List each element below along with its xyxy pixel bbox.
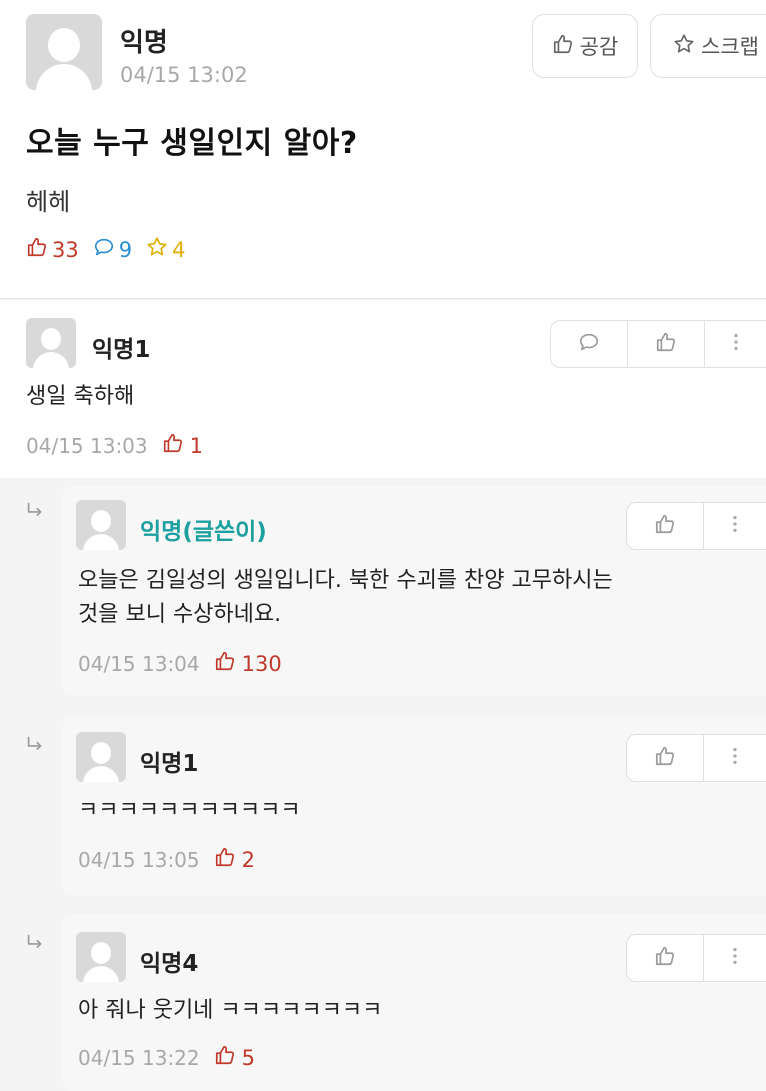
reply-author: 익명1 <box>140 751 199 777</box>
thumbs-up-icon <box>214 650 236 677</box>
avatar[interactable] <box>76 500 126 550</box>
reply: 익명4 아 줘나 웃기네 ㅋㅋㅋㅋㅋㅋㅋㅋ 04/15 13:22 5 <box>62 914 766 1091</box>
thumbs-up-icon <box>654 945 676 971</box>
post-card: 익명 04/15 13:02 공감 스크랩 오늘 누구 생일인지 알아? 헤헤 … <box>0 0 766 298</box>
divider <box>0 298 766 299</box>
like-count-stat: 33 <box>26 236 79 263</box>
reply-text-line2: 것을 보니 수상하네요. <box>78 602 282 627</box>
reply-time: 04/15 13:22 <box>78 1045 200 1070</box>
thumbs-up-icon <box>654 513 676 539</box>
avatar[interactable] <box>76 932 126 982</box>
more-button[interactable] <box>704 935 766 981</box>
reply-actions <box>626 502 766 550</box>
reply-arrow-icon <box>24 500 46 522</box>
reply-text: ㅋㅋㅋㅋㅋㅋㅋㅋㅋㅋㅋ <box>78 798 301 823</box>
reply-text-line1: 오늘은 김일성의 생일입니다. 북한 수괴를 찬양 고무하시는 <box>78 568 613 593</box>
thumbs-up-icon <box>655 331 677 357</box>
like-count: 5 <box>241 1045 256 1070</box>
scrap-count: 4 <box>172 237 186 262</box>
empathy-button[interactable]: 공감 <box>532 14 638 78</box>
comment-likes: 1 <box>162 432 203 459</box>
comment-count-stat: 9 <box>93 236 132 263</box>
reply-actions <box>626 934 766 982</box>
more-vertical-icon <box>724 513 746 539</box>
like-button[interactable] <box>627 503 704 549</box>
more-button[interactable] <box>705 321 766 367</box>
scrap-button[interactable]: 스크랩 <box>650 14 766 78</box>
comment-author: 익명1 <box>92 337 151 363</box>
author-avatar[interactable] <box>26 14 102 90</box>
reply-likes: 5 <box>214 1044 255 1071</box>
scrap-label: 스크랩 <box>701 35 759 59</box>
comment: 익명1 생일 축하해 04/15 13:03 1 <box>0 300 766 478</box>
empathy-label: 공감 <box>579 35 619 59</box>
more-button[interactable] <box>704 503 766 549</box>
like-count: 1 <box>189 433 204 458</box>
thumbs-up-icon <box>654 745 676 771</box>
reply: 익명1 ㅋㅋㅋㅋㅋㅋㅋㅋㅋㅋㅋ 04/15 13:05 2 <box>62 716 766 896</box>
reply-likes: 2 <box>214 846 255 873</box>
more-button[interactable] <box>704 735 766 781</box>
reply-meta: 04/15 13:05 2 <box>78 846 255 873</box>
reply-meta: 04/15 13:04 130 <box>78 650 282 677</box>
reply-arrow-icon <box>24 932 46 954</box>
reply-arrow-icon <box>24 734 46 756</box>
more-vertical-icon <box>724 745 746 771</box>
like-button[interactable] <box>627 935 704 981</box>
like-count: 33 <box>52 237 79 262</box>
thumbs-up-icon <box>214 846 236 873</box>
thumbs-up-icon <box>162 432 184 459</box>
like-count: 2 <box>241 847 256 872</box>
thumbs-up-icon <box>214 1044 236 1071</box>
reply-time: 04/15 13:05 <box>78 847 200 872</box>
thumbs-up-icon <box>26 236 48 263</box>
comment-count: 9 <box>118 237 133 262</box>
like-count: 130 <box>241 651 282 676</box>
reply-time: 04/15 13:04 <box>78 651 200 676</box>
comment-actions <box>550 320 766 368</box>
thumbs-up-icon <box>552 33 574 60</box>
reply-author-op: 익명(글쓴이) <box>140 519 267 545</box>
like-button[interactable] <box>627 735 704 781</box>
post-stats: 33 9 4 <box>26 236 199 263</box>
comment-meta: 04/15 13:03 1 <box>26 432 203 459</box>
reply-meta: 04/15 13:22 5 <box>78 1044 255 1071</box>
post-body: 헤헤 <box>26 188 71 216</box>
reply-likes: 130 <box>214 650 282 677</box>
scrap-count-stat: 4 <box>146 236 185 263</box>
reply-author: 익명4 <box>140 951 199 977</box>
reply: 익명(글쓴이) 오늘은 김일성의 생일입니다. 북한 수괴를 찬양 고무하시는 … <box>62 486 766 696</box>
avatar[interactable] <box>76 732 126 782</box>
more-vertical-icon <box>724 945 746 971</box>
avatar[interactable] <box>26 318 76 368</box>
comment-text: 생일 축하해 <box>26 384 135 409</box>
like-button[interactable] <box>628 321 705 367</box>
post-title: 오늘 누구 생일인지 알아? <box>26 126 358 161</box>
reply-button[interactable] <box>551 321 628 367</box>
reply-text: 아 줘나 웃기네 ㅋㅋㅋㅋㅋㅋㅋㅋ <box>78 998 383 1023</box>
star-icon <box>673 33 695 60</box>
more-vertical-icon <box>725 331 747 357</box>
star-icon <box>146 236 168 263</box>
speech-bubble-icon <box>578 331 600 357</box>
post-time: 04/15 13:02 <box>120 63 248 87</box>
reply-actions <box>626 734 766 782</box>
speech-bubble-icon <box>93 236 115 263</box>
post-author: 익명 <box>120 28 168 58</box>
comment-time: 04/15 13:03 <box>26 433 148 458</box>
